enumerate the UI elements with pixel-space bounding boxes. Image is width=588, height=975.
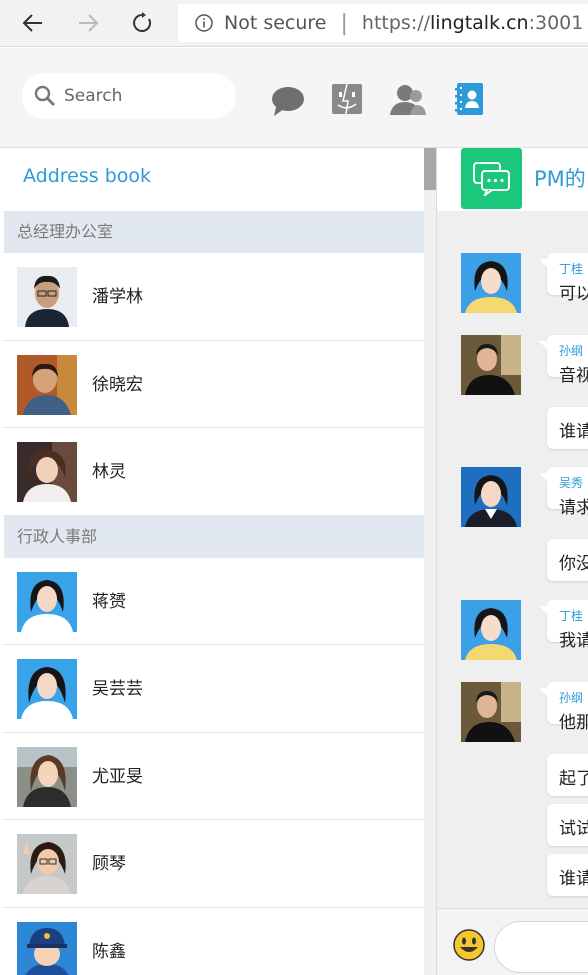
app-header (0, 48, 588, 148)
avatar (17, 921, 77, 975)
address-bar[interactable]: Not secure | https://lingtalk.cn:3001 (178, 4, 588, 42)
group-header: 行政人事部 (4, 515, 424, 558)
chat-title: PM的 (534, 167, 586, 191)
message-sender: 丁桂 (559, 262, 584, 276)
message-sender: 孙纲 (559, 691, 584, 705)
info-icon[interactable] (195, 14, 213, 32)
contact-item[interactable]: 潘学林 (4, 253, 424, 341)
security-label: Not secure (224, 12, 327, 34)
scrollbar-track[interactable] (424, 148, 436, 975)
contact-name: 潘学林 (92, 287, 143, 307)
group-chat-avatar (461, 148, 522, 209)
message-text: 你没 (559, 554, 588, 574)
contact-name: 蒋赟 (92, 591, 126, 612)
chat-panel: PM的 丁桂 可以 孙纲 音视 谁请 吴秀 请求 你没 (436, 148, 588, 975)
message-bubble: 丁桂 可以 (539, 253, 588, 304)
avatar (17, 571, 77, 632)
message-bubble: 谁请 (547, 407, 588, 449)
message-bubble: 孙纲 音视 (539, 335, 588, 386)
avatar (17, 442, 77, 502)
contact-name: 吴芸芸 (92, 679, 143, 699)
contact-item[interactable]: 顾琴 (4, 820, 424, 908)
avatar (17, 354, 77, 415)
message-sender: 吴秀 (559, 476, 584, 490)
search-box[interactable] (22, 73, 236, 119)
address-book-panel: Address book 总经理办公室 潘学林 徐晓宏 林灵 行政人事部 蒋赟 … (0, 148, 436, 975)
forward-button[interactable] (71, 6, 105, 40)
contacts-person-icon (390, 85, 426, 115)
search-icon (34, 85, 55, 106)
avatar (17, 834, 77, 894)
address-book-tab[interactable] (455, 83, 483, 119)
discover-tab[interactable] (331, 83, 363, 119)
search-input[interactable] (64, 86, 214, 106)
chats-tab[interactable] (271, 85, 305, 121)
message-bubble: 起了 (547, 754, 588, 796)
contact-item[interactable]: 徐晓宏 (4, 341, 424, 428)
reload-button[interactable] (125, 6, 159, 40)
message-text: 试试 (559, 819, 588, 839)
message-text: 谁请 (559, 422, 588, 442)
browser-toolbar: Not secure | https://lingtalk.cn:3001 (0, 0, 588, 47)
avatar (461, 600, 521, 660)
reload-icon (133, 12, 152, 32)
message-text: 谁请 (559, 869, 588, 889)
url-text: https://lingtalk.cn:3001 (361, 12, 584, 34)
url-separator: | (340, 10, 348, 36)
message-text: 音视 (559, 366, 588, 386)
back-button[interactable] (16, 6, 50, 40)
chat-header: PM的 (437, 148, 588, 211)
forward-arrow-icon (79, 14, 99, 32)
message-composer (437, 908, 588, 975)
contact-item[interactable]: 吴芸芸 (4, 645, 424, 733)
message-bubble: 丁桂 我请 (539, 600, 588, 651)
message-text: 起了 (559, 769, 588, 789)
group-chat-icon (472, 161, 510, 196)
message-sender: 孙纲 (559, 344, 584, 358)
avatar (461, 253, 521, 313)
avatar (461, 335, 521, 395)
contacts-tab[interactable] (390, 84, 426, 120)
chat-bubble-icon (272, 87, 304, 116)
avatar (17, 267, 77, 327)
back-arrow-icon (22, 14, 42, 32)
contact-item[interactable]: 尤亚旻 (4, 733, 424, 820)
group-header: 总经理办公室 (4, 211, 424, 253)
message-text: 可以 (559, 284, 588, 304)
contact-name: 尤亚旻 (92, 766, 143, 787)
message-text: 请求 (559, 498, 588, 518)
emoji-icon[interactable] (453, 929, 485, 961)
contact-name: 林灵 (92, 462, 126, 482)
contact-item[interactable]: 蒋赟 (4, 558, 424, 645)
message-bubble: 谁请 (547, 854, 588, 896)
contact-list: 总经理办公室 潘学林 徐晓宏 林灵 行政人事部 蒋赟 吴芸芸 尤亚旻 顾琴 陈鑫 (4, 211, 424, 975)
contact-name: 徐晓宏 (92, 374, 143, 395)
contact-item[interactable]: 陈鑫 (4, 908, 424, 975)
address-book-icon (455, 83, 483, 115)
message-bubble: 你没 (547, 539, 588, 581)
contact-item[interactable]: 林灵 (4, 428, 424, 516)
scrollbar-thumb[interactable] (424, 148, 436, 190)
avatar (461, 467, 521, 527)
message-bubble: 吴秀 请求 (539, 467, 588, 518)
message-text: 他那 (559, 713, 588, 733)
message-sender: 丁桂 (559, 609, 584, 623)
contact-name: 陈鑫 (92, 941, 126, 962)
finder-face-icon (332, 83, 362, 115)
avatar (461, 682, 521, 742)
contact-name: 顾琴 (92, 854, 126, 874)
message-input[interactable] (494, 921, 588, 973)
message-bubble: 孙纲 他那 (539, 682, 588, 733)
avatar (17, 659, 77, 719)
message-text: 我请 (559, 631, 588, 651)
message-bubble: 试试 (547, 804, 588, 846)
avatar (17, 746, 77, 807)
address-book-title: Address book (23, 165, 152, 187)
